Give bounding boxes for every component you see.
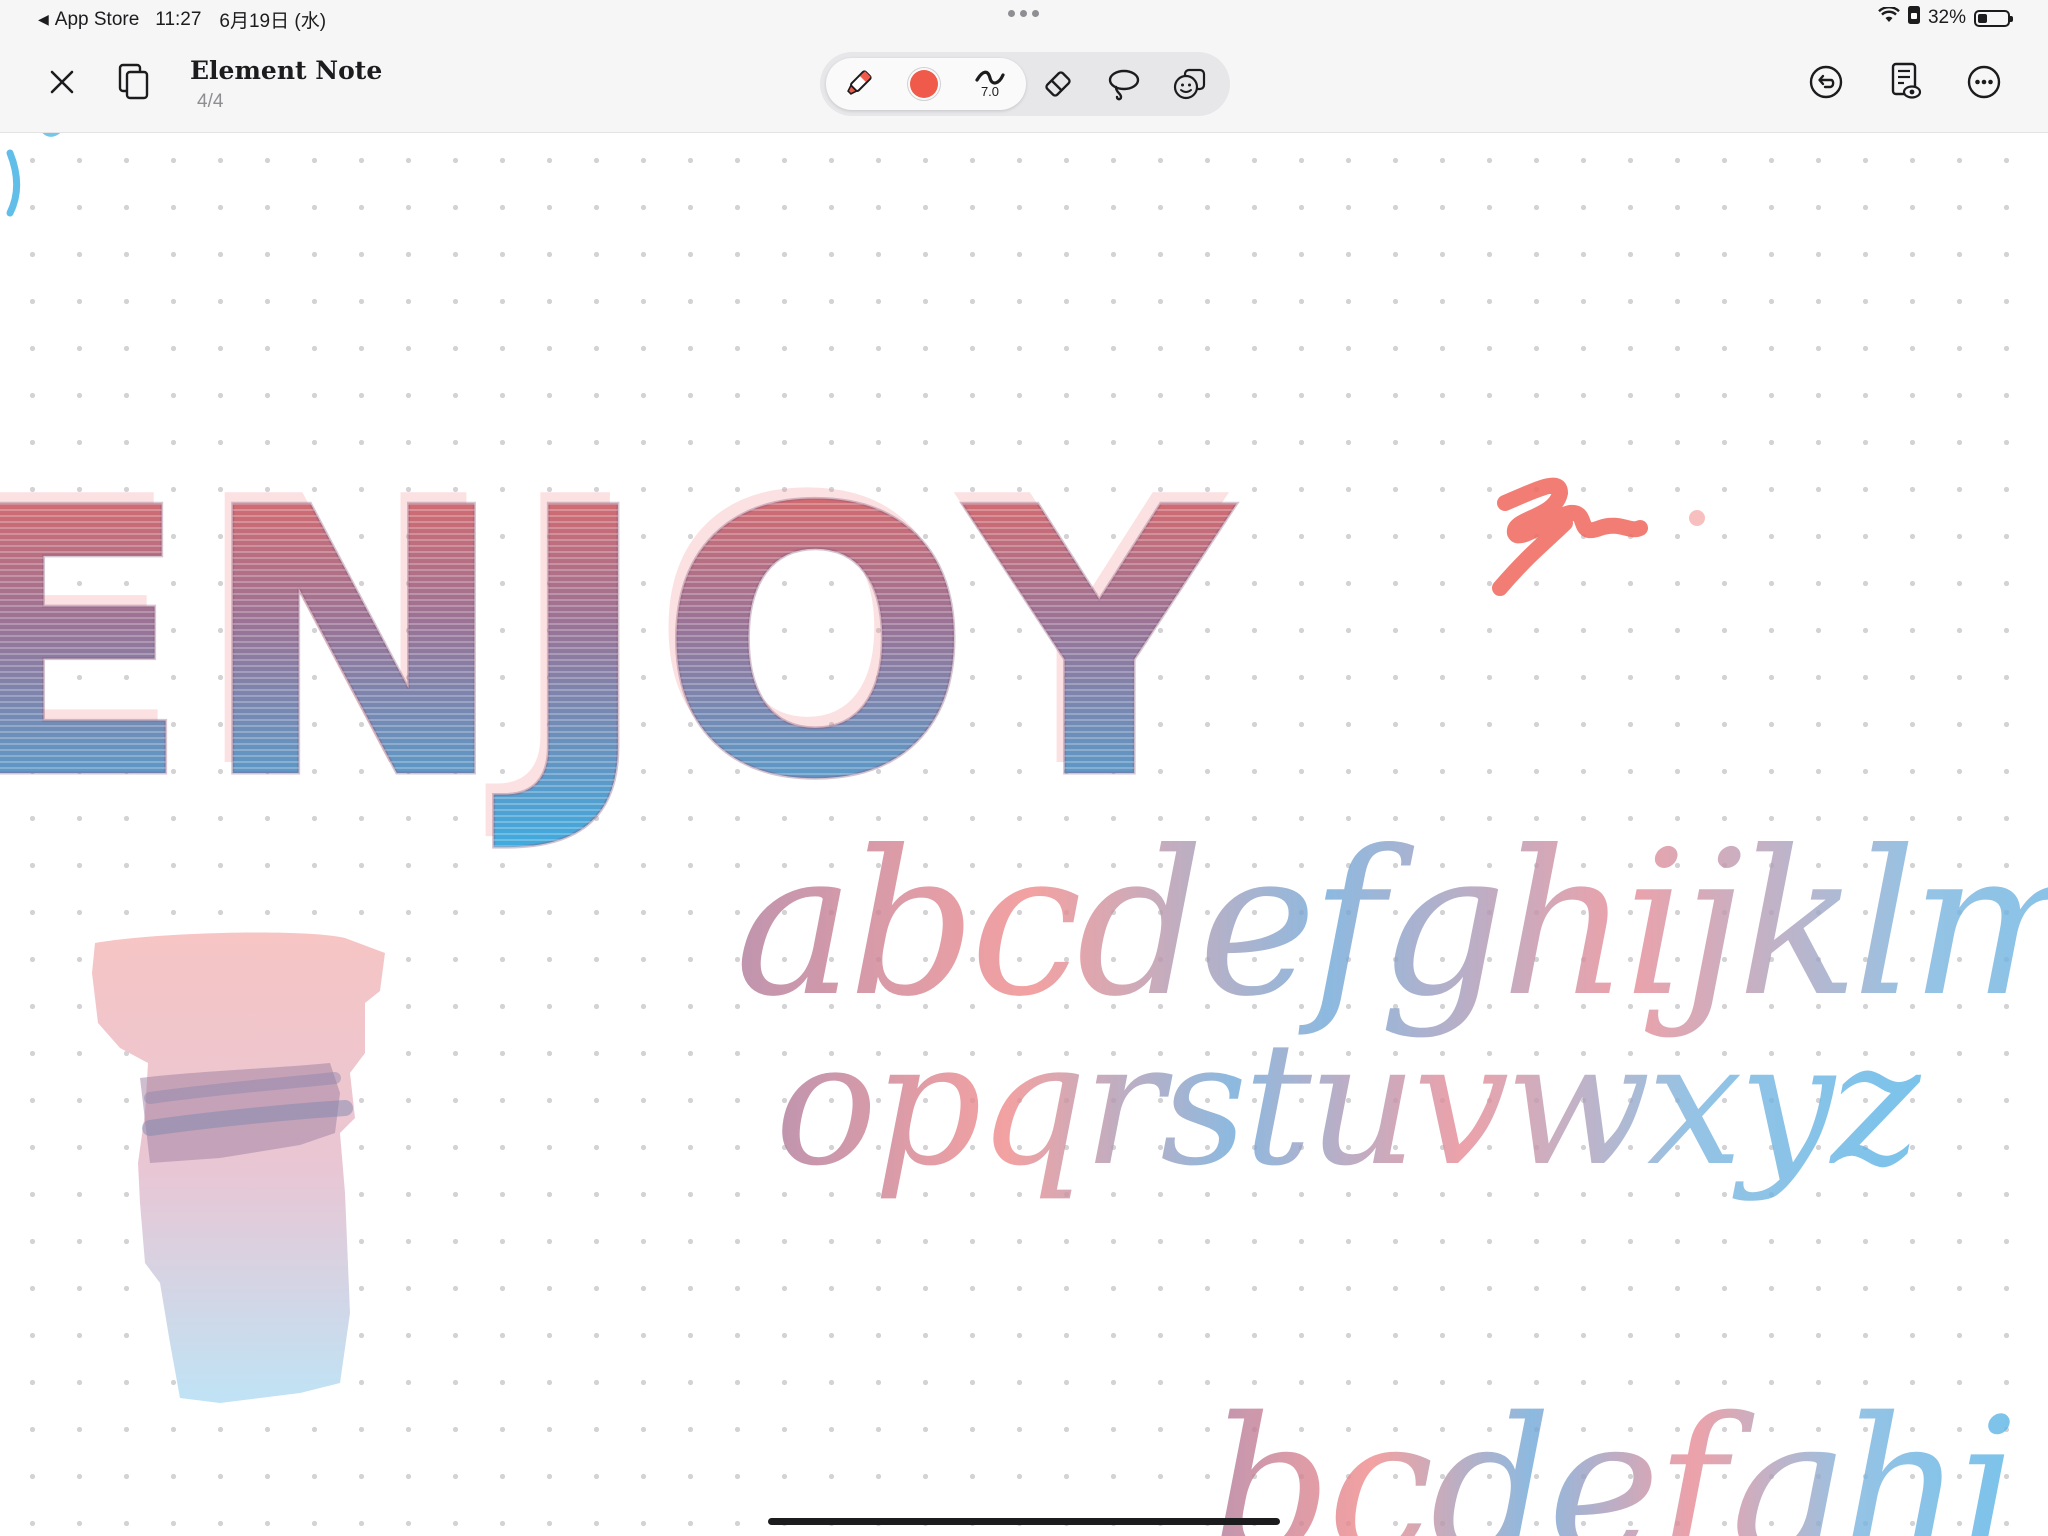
home-indicator[interactable] bbox=[768, 1518, 1280, 1525]
undo-icon[interactable] bbox=[1806, 62, 1846, 102]
document-title-area[interactable]: Element Note 4/4 bbox=[190, 56, 382, 113]
wifi-icon bbox=[1878, 6, 1900, 29]
stroke-width-value: 7.0 bbox=[980, 83, 1000, 99]
script-alphabet-row2: opqrstuvwxyz bbox=[775, 1006, 1922, 1204]
top-toolbar: Element Note 4/4 7.0 bbox=[0, 36, 2048, 133]
back-arrow-icon[interactable]: ◀ bbox=[38, 11, 49, 28]
multitasking-dots-icon[interactable] bbox=[1008, 10, 1039, 17]
eraser-icon[interactable] bbox=[1032, 58, 1084, 110]
status-date: 6月19日 (水) bbox=[219, 11, 327, 32]
back-to-app-label[interactable]: App Store bbox=[55, 9, 140, 31]
battery-percent: 32% bbox=[1927, 7, 1966, 28]
status-bar-right: 32% bbox=[1878, 6, 2013, 30]
sticker-icon[interactable] bbox=[1164, 58, 1216, 110]
more-icon[interactable] bbox=[1964, 62, 2004, 102]
pages-icon[interactable] bbox=[114, 62, 154, 102]
color-swatch-stack bbox=[92, 932, 385, 1403]
drawing-canvas[interactable]: ENJOY ENJOY ENJOY abcdefghijklmn opqrstu… bbox=[0, 133, 2048, 1536]
corner-stroke bbox=[6, 149, 21, 217]
enjoy-hatch: ENJOY bbox=[0, 431, 1239, 861]
battery-icon bbox=[1974, 9, 2013, 27]
status-time: 11:27 bbox=[155, 8, 202, 30]
script-alphabet-row3: bcdefghi bbox=[1210, 1377, 2015, 1536]
close-icon[interactable] bbox=[44, 64, 80, 100]
reader-icon[interactable] bbox=[1886, 60, 1926, 104]
document-title[interactable]: Element Note bbox=[190, 56, 382, 85]
corner-stroke bbox=[42, 133, 61, 137]
drawing-tools: 7.0 bbox=[820, 52, 1230, 116]
canvas-artwork: ENJOY ENJOY ENJOY abcdefghijklmn opqrstu… bbox=[0, 133, 2048, 1536]
marker-icon[interactable] bbox=[832, 58, 884, 110]
stroke-width-icon[interactable]: 7.0 bbox=[964, 58, 1016, 110]
red-scribble bbox=[1492, 477, 1705, 596]
status-bar: ◀ App Store 11:27 6月19日 (水) 32% bbox=[0, 0, 2048, 36]
page-indicator: 4/4 bbox=[197, 91, 224, 112]
lock-rotation-icon bbox=[1907, 6, 1920, 30]
status-bar-left: ◀ App Store 11:27 6月19日 (水) bbox=[38, 6, 326, 33]
lasso-icon[interactable] bbox=[1098, 58, 1150, 110]
color-icon[interactable] bbox=[898, 58, 950, 110]
